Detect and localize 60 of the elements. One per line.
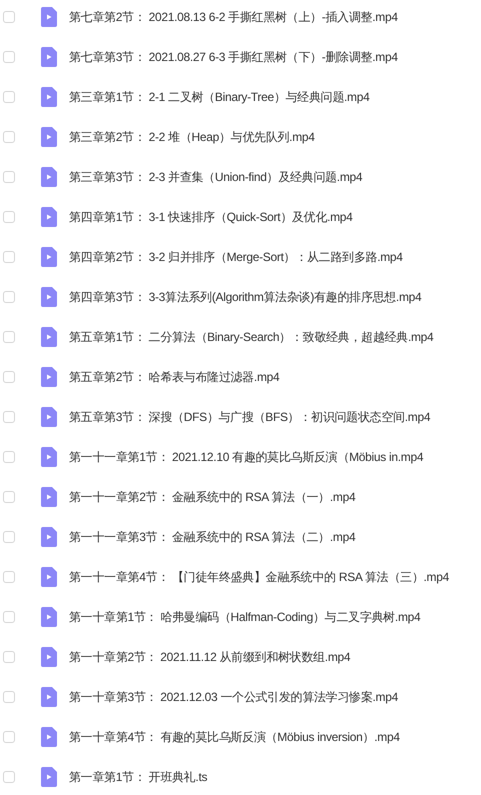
- video-file-icon: [41, 287, 57, 307]
- video-file-icon: [41, 487, 57, 507]
- checkbox[interactable]: [3, 371, 15, 383]
- checkbox[interactable]: [3, 291, 15, 303]
- video-file-icon: [41, 127, 57, 147]
- checkbox[interactable]: [3, 451, 15, 463]
- video-file-icon: [41, 7, 57, 27]
- checkbox[interactable]: [3, 411, 15, 423]
- file-name[interactable]: 第一十一章第4节： 【门徒年终盛典】金融系统中的 RSA 算法（三）.mp4: [69, 568, 449, 586]
- video-file-icon: [41, 687, 57, 707]
- checkbox[interactable]: [3, 131, 15, 143]
- video-file-icon: [41, 567, 57, 587]
- checkbox[interactable]: [3, 11, 15, 23]
- file-name[interactable]: 第一十章第3节： 2021.12.03 一个公式引发的算法学习惨案.mp4: [69, 688, 398, 706]
- file-name[interactable]: 第一十一章第2节： 金融系统中的 RSA 算法（一）.mp4: [69, 488, 356, 506]
- file-name[interactable]: 第七章第3节： 2021.08.27 6-3 手撕红黑树（下）-删除调整.mp4: [69, 48, 398, 66]
- checkbox[interactable]: [3, 51, 15, 63]
- video-file-icon: [41, 247, 57, 267]
- checkbox[interactable]: [3, 531, 15, 543]
- video-file-icon: [41, 607, 57, 627]
- checkbox[interactable]: [3, 211, 15, 223]
- file-name[interactable]: 第一章第1节： 开班典礼.ts: [69, 768, 208, 786]
- checkbox[interactable]: [3, 771, 15, 783]
- video-file-icon: [41, 47, 57, 67]
- video-file-icon: [41, 767, 57, 787]
- file-name[interactable]: 第一十一章第1节： 2021.12.10 有趣的莫比乌斯反演（Möbius in.mp4: [69, 448, 424, 466]
- file-name[interactable]: 第一十一章第3节： 金融系统中的 RSA 算法（二）.mp4: [69, 528, 356, 546]
- video-file-icon: [41, 407, 57, 427]
- file-name[interactable]: 第五章第3节： 深搜（DFS）与广搜（BFS）：初识问题状态空间.mp4: [69, 408, 430, 426]
- file-name[interactable]: 第四章第2节： 3-2 归并排序（Merge-Sort）：从二路到多路.mp4: [69, 248, 403, 266]
- checkbox[interactable]: [3, 171, 15, 183]
- video-file-icon: [41, 87, 57, 107]
- checkbox[interactable]: [3, 571, 15, 583]
- file-name[interactable]: 第一十章第1节： 哈弗曼编码（Halfman-Coding）与二叉字典树.mp4: [69, 608, 420, 626]
- checkbox[interactable]: [3, 491, 15, 503]
- video-file-icon: [41, 367, 57, 387]
- checkbox[interactable]: [3, 331, 15, 343]
- video-file-icon: [41, 207, 57, 227]
- file-name[interactable]: 第四章第1节： 3-1 快速排序（Quick-Sort）及优化.mp4: [69, 208, 353, 226]
- file-name[interactable]: 第七章第2节： 2021.08.13 6-2 手撕红黑树（上）-插入调整.mp4: [69, 8, 398, 26]
- file-name[interactable]: 第三章第3节： 2-3 并查集（Union-find）及经典问题.mp4: [69, 168, 362, 186]
- video-file-icon: [41, 647, 57, 667]
- checkbox[interactable]: [3, 251, 15, 263]
- file-name[interactable]: 第四章第3节： 3-3算法系列(Algorithm算法杂谈)有趣的排序思想.mp4: [69, 288, 422, 306]
- file-name[interactable]: 第三章第2节： 2-2 堆（Heap）与优先队列.mp4: [69, 128, 315, 146]
- checkbox[interactable]: [3, 651, 15, 663]
- video-file-icon: [41, 727, 57, 747]
- file-name[interactable]: 第三章第1节： 2-1 二叉树（Binary-Tree）与经典问题.mp4: [69, 88, 370, 106]
- video-file-icon: [41, 327, 57, 347]
- checkbox[interactable]: [3, 731, 15, 743]
- checkbox[interactable]: [3, 91, 15, 103]
- file-name[interactable]: 第一十章第2节： 2021.11.12 从前缀到和树状数组.mp4: [69, 648, 350, 666]
- video-file-icon: [41, 167, 57, 187]
- video-file-icon: [41, 527, 57, 547]
- file-name[interactable]: 第五章第1节： 二分算法（Binary-Search）：致敬经典，超越经典.mp4: [69, 328, 434, 346]
- checkbox[interactable]: [3, 691, 15, 703]
- checkbox[interactable]: [3, 611, 15, 623]
- file-name[interactable]: 第五章第2节： 哈希表与布隆过滤器.mp4: [69, 368, 280, 386]
- video-file-icon: [41, 447, 57, 467]
- file-name[interactable]: 第一十章第4节： 有趣的莫比乌斯反演（Möbius inversion）.mp4: [69, 728, 400, 746]
